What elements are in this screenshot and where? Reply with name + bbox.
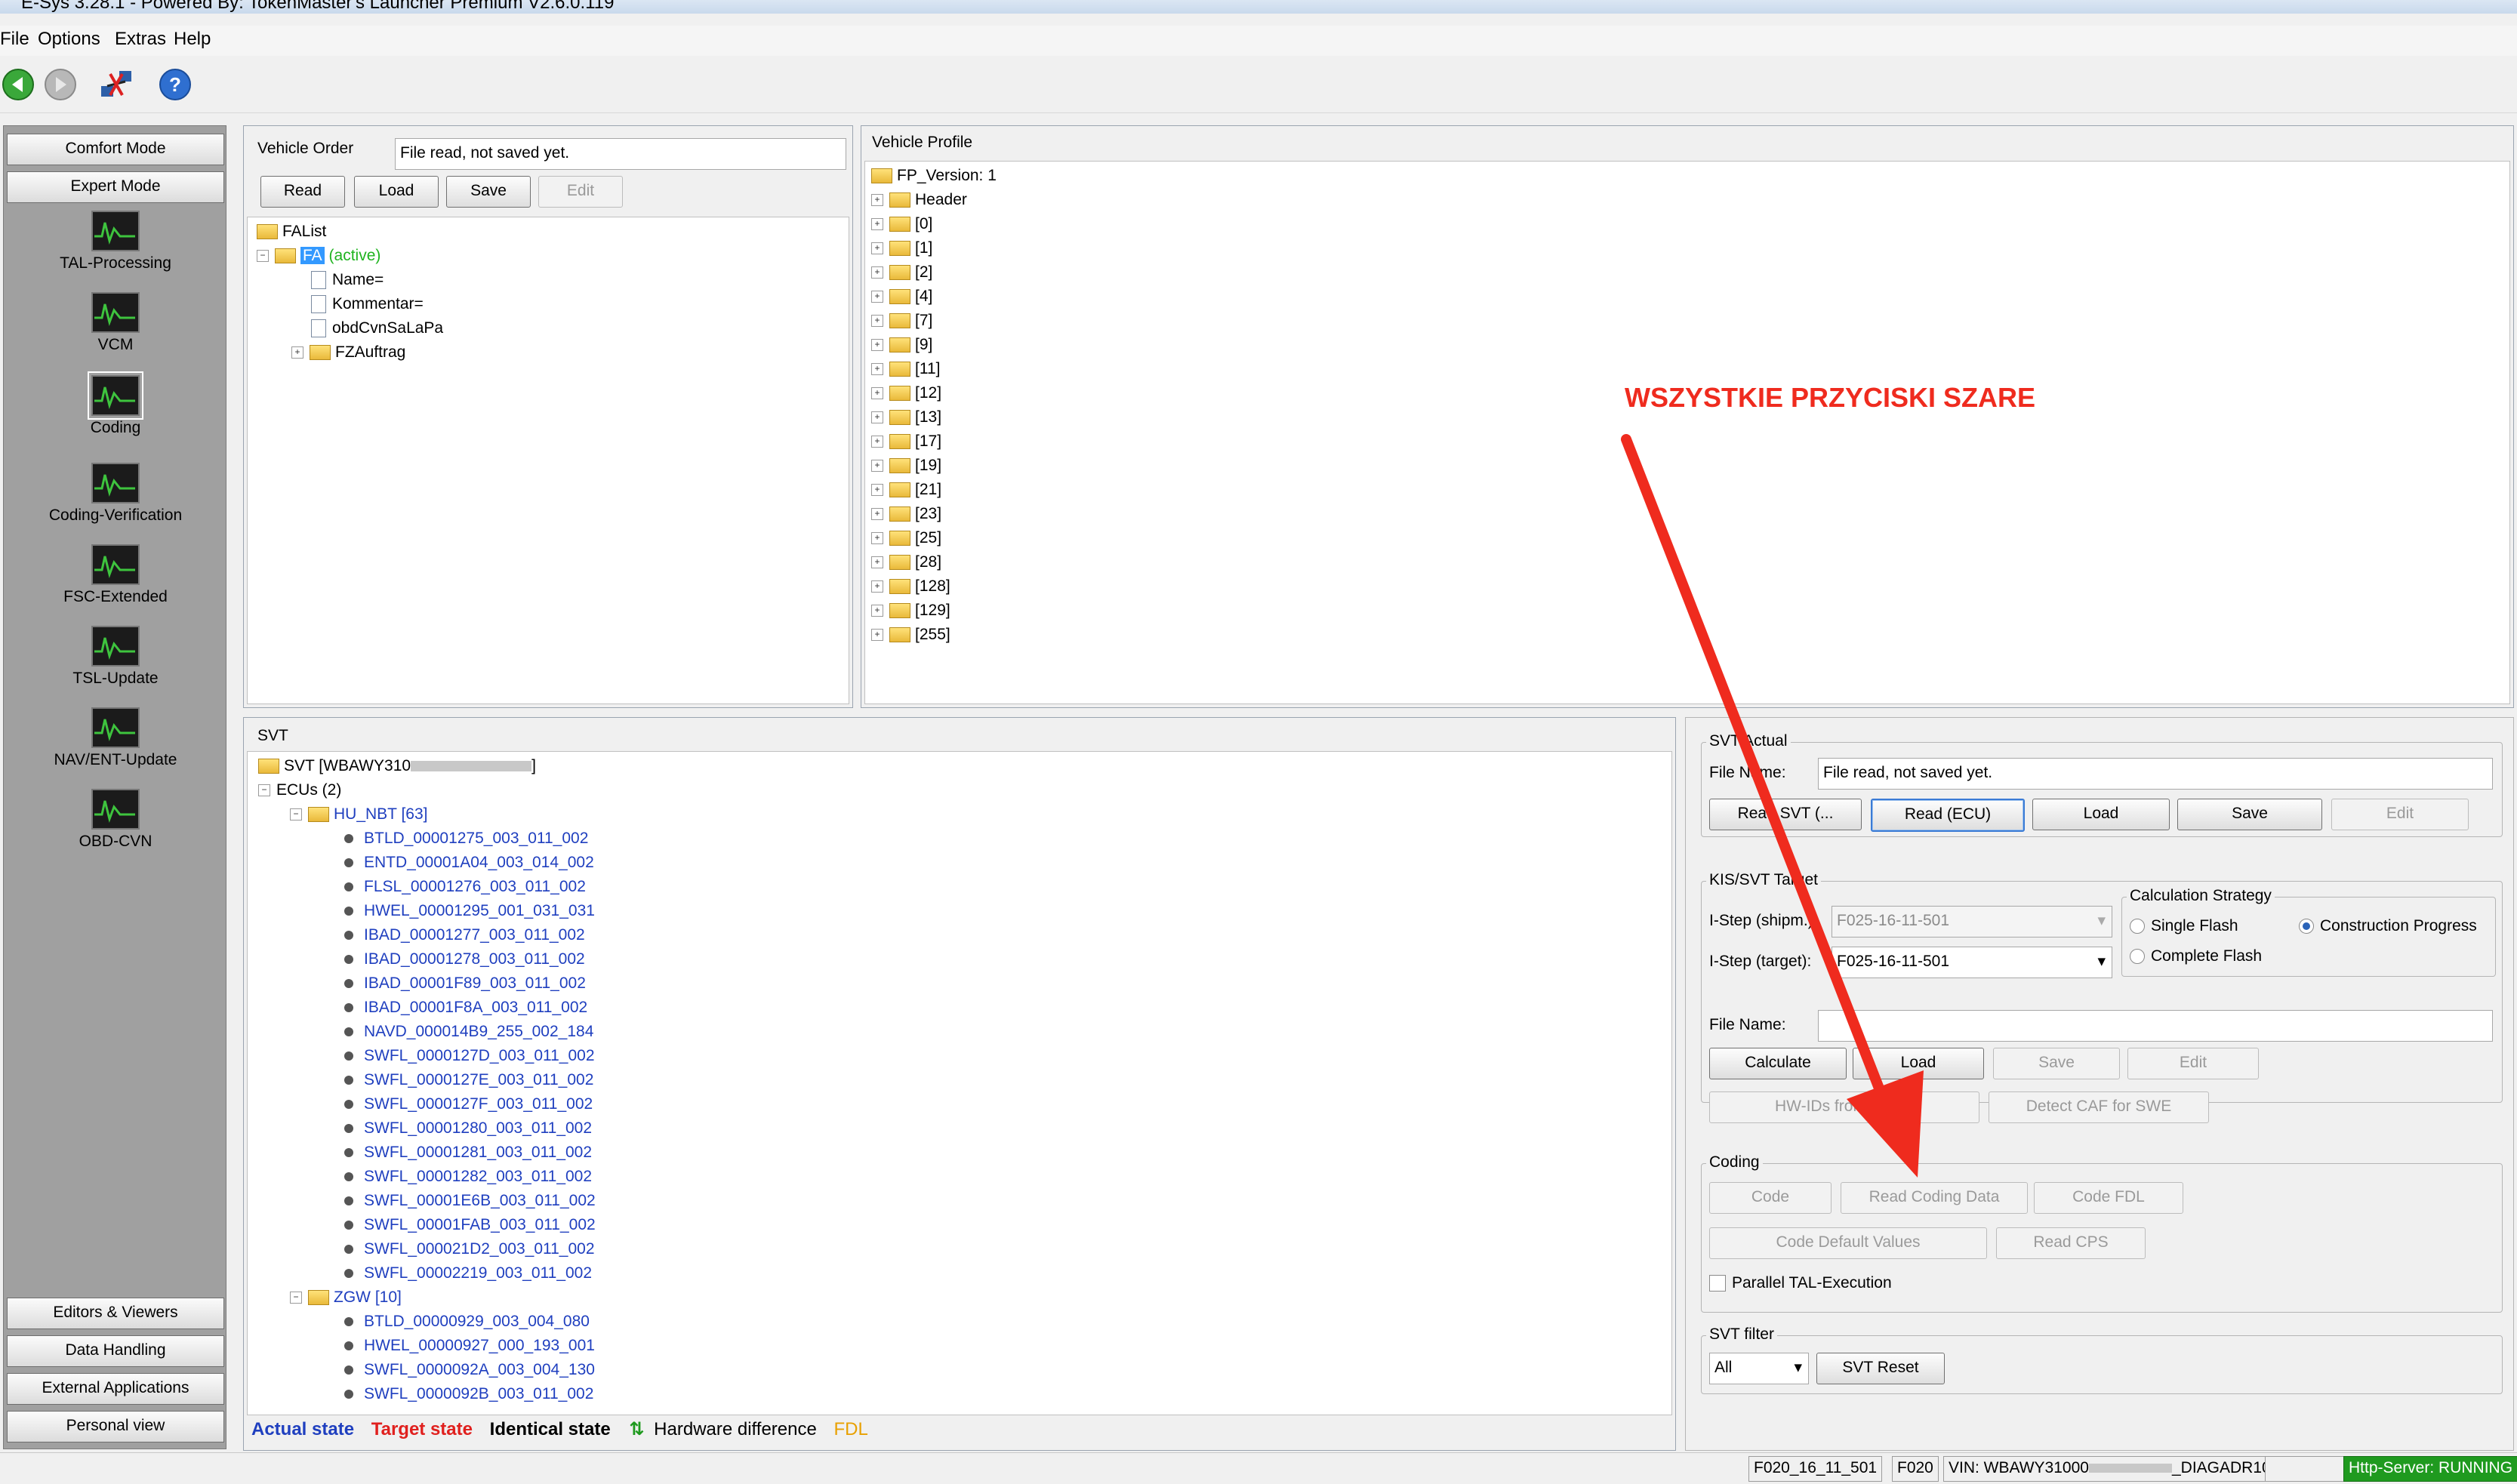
annotation-arrow-icon [1621,434,1924,1178]
status-series: F020 [1892,1456,1939,1482]
vin-prefix: VIN: WBAWY31000 [1949,1459,2089,1476]
status-bar: F020_16_11_501 F020 VIN: WBAWY31000 _DIAG… [0,1452,2517,1484]
status-empty [2265,1456,2348,1482]
status-istep: F020_16_11_501 [1748,1456,1883,1482]
status-http-server: Http-Server: RUNNING [2343,1456,2517,1482]
vin-suffix: _DIAGADR10 [2171,1459,2271,1476]
redacted-vin [2088,1464,2172,1473]
status-vin: VIN: WBAWY31000 _DIAGADR10 [1943,1456,2276,1482]
